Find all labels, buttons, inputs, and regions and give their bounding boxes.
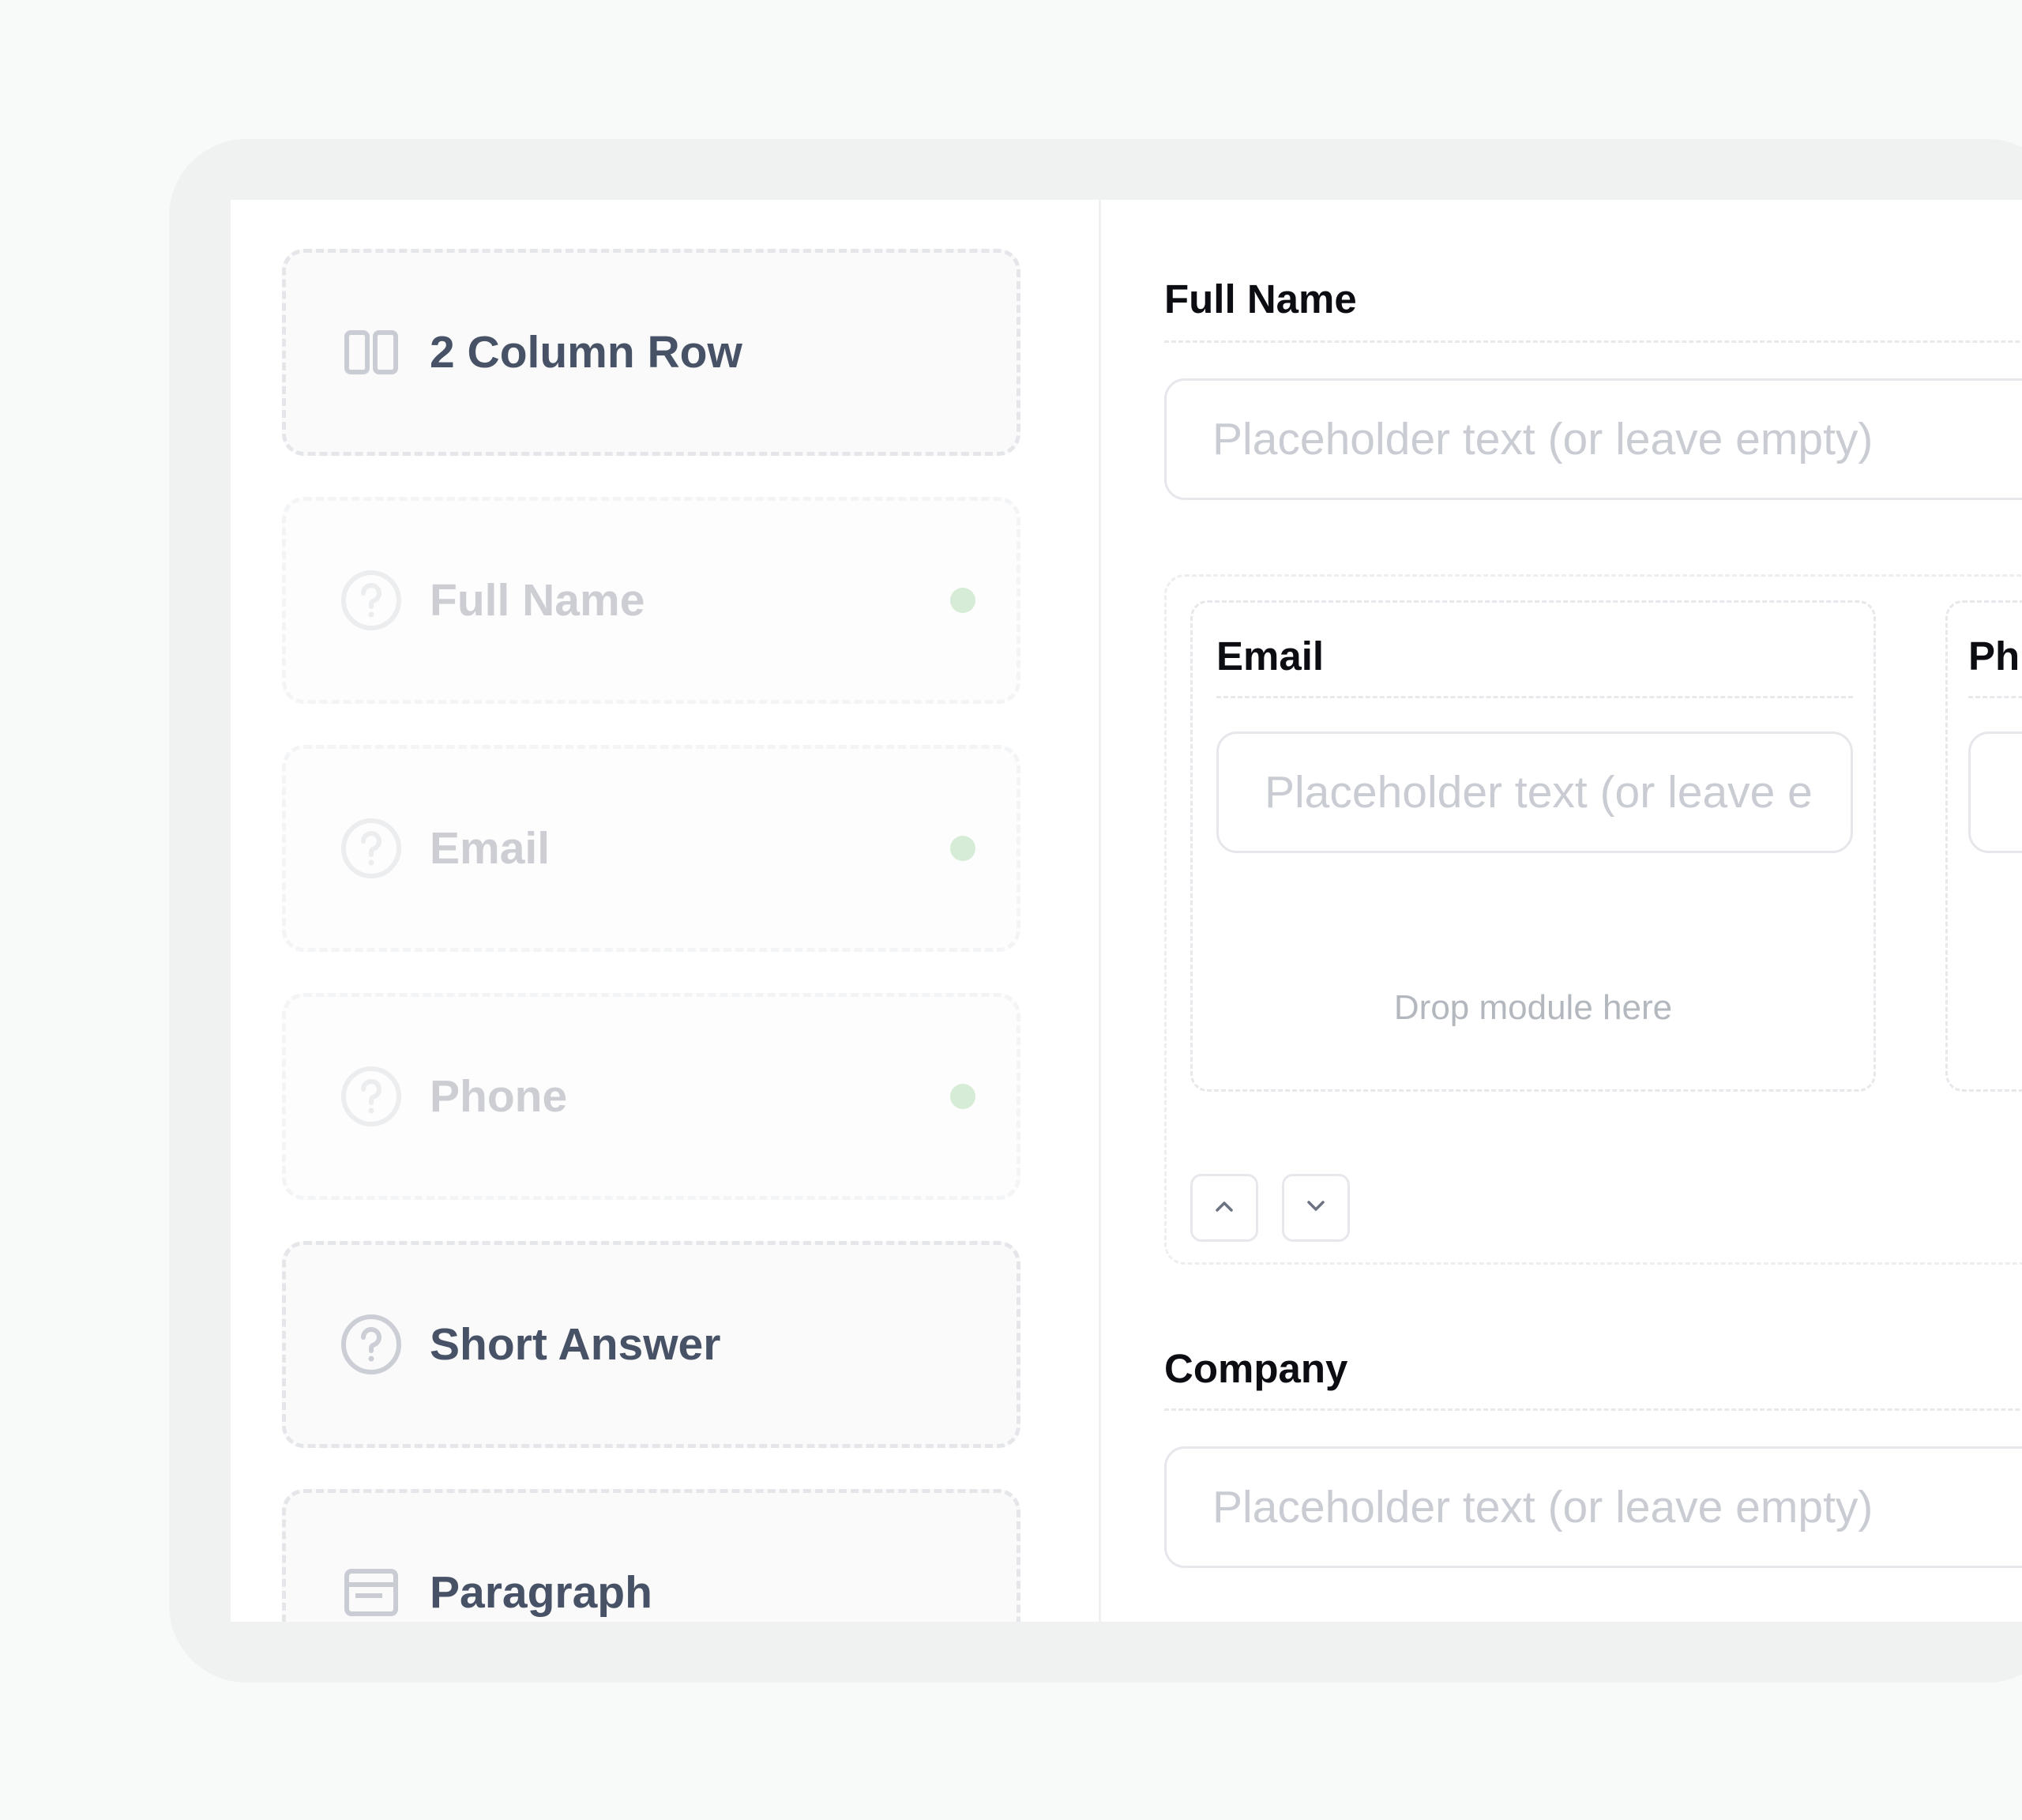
- move-up-button[interactable]: [1190, 1174, 1258, 1242]
- label-divider: [1164, 1408, 2022, 1411]
- email-input[interactable]: Placeholder text (or leave e: [1216, 731, 1853, 853]
- email-label[interactable]: Email: [1216, 633, 1324, 679]
- question-circle-icon: [340, 1065, 403, 1128]
- full-name-input[interactable]: Placeholder text (or leave empty): [1164, 378, 2022, 500]
- form-builder-window: 2 Column Row Full Name Email Phone Short…: [231, 200, 2022, 1622]
- module-phone[interactable]: Phone: [282, 993, 1020, 1200]
- label-divider: [1164, 340, 2022, 343]
- move-down-button[interactable]: [1282, 1174, 1350, 1242]
- form-canvas: Full Name Placeholder text (or leave emp…: [1101, 200, 2022, 1622]
- phone-input[interactable]: [1968, 731, 2022, 853]
- module-label: Full Name: [430, 575, 645, 626]
- question-circle-icon: [340, 1313, 403, 1376]
- used-indicator: [950, 836, 975, 861]
- used-indicator: [950, 588, 975, 613]
- module-label: Phone: [430, 1071, 568, 1122]
- module-paragraph[interactable]: Paragraph: [282, 1489, 1020, 1622]
- chevron-down-icon: [1304, 1198, 1328, 1218]
- company-label[interactable]: Company: [1164, 1345, 1347, 1392]
- question-circle-icon: [340, 817, 403, 880]
- row-column-left[interactable]: Email Placeholder text (or leave e Drop …: [1190, 600, 1876, 1092]
- question-circle-icon: [340, 569, 403, 632]
- row-column-right[interactable]: Ph: [1945, 600, 2022, 1092]
- used-indicator: [950, 1084, 975, 1109]
- label-divider: [1968, 696, 2022, 698]
- module-full-name[interactable]: Full Name: [282, 497, 1020, 704]
- module-short-answer[interactable]: Short Answer: [282, 1241, 1020, 1448]
- module-label: Paragraph: [430, 1567, 652, 1618]
- label-divider: [1216, 696, 1853, 698]
- module-palette: 2 Column Row Full Name Email Phone Short…: [231, 200, 1101, 1622]
- chevron-up-icon: [1212, 1198, 1236, 1218]
- module-label: Email: [430, 823, 551, 874]
- module-email[interactable]: Email: [282, 745, 1020, 952]
- two-column-row[interactable]: Email Placeholder text (or leave e Drop …: [1164, 574, 2022, 1265]
- phone-label[interactable]: Ph: [1968, 633, 2020, 679]
- module-label: 2 Column Row: [430, 327, 742, 378]
- drop-module-hint[interactable]: Drop module here: [1193, 988, 1874, 1028]
- columns-icon: [340, 321, 403, 384]
- module-label: Short Answer: [430, 1319, 721, 1370]
- full-name-label[interactable]: Full Name: [1164, 276, 1357, 322]
- company-input[interactable]: Placeholder text (or leave empty): [1164, 1446, 2022, 1568]
- module-2-column-row[interactable]: 2 Column Row: [282, 249, 1020, 456]
- paragraph-icon: [340, 1561, 403, 1622]
